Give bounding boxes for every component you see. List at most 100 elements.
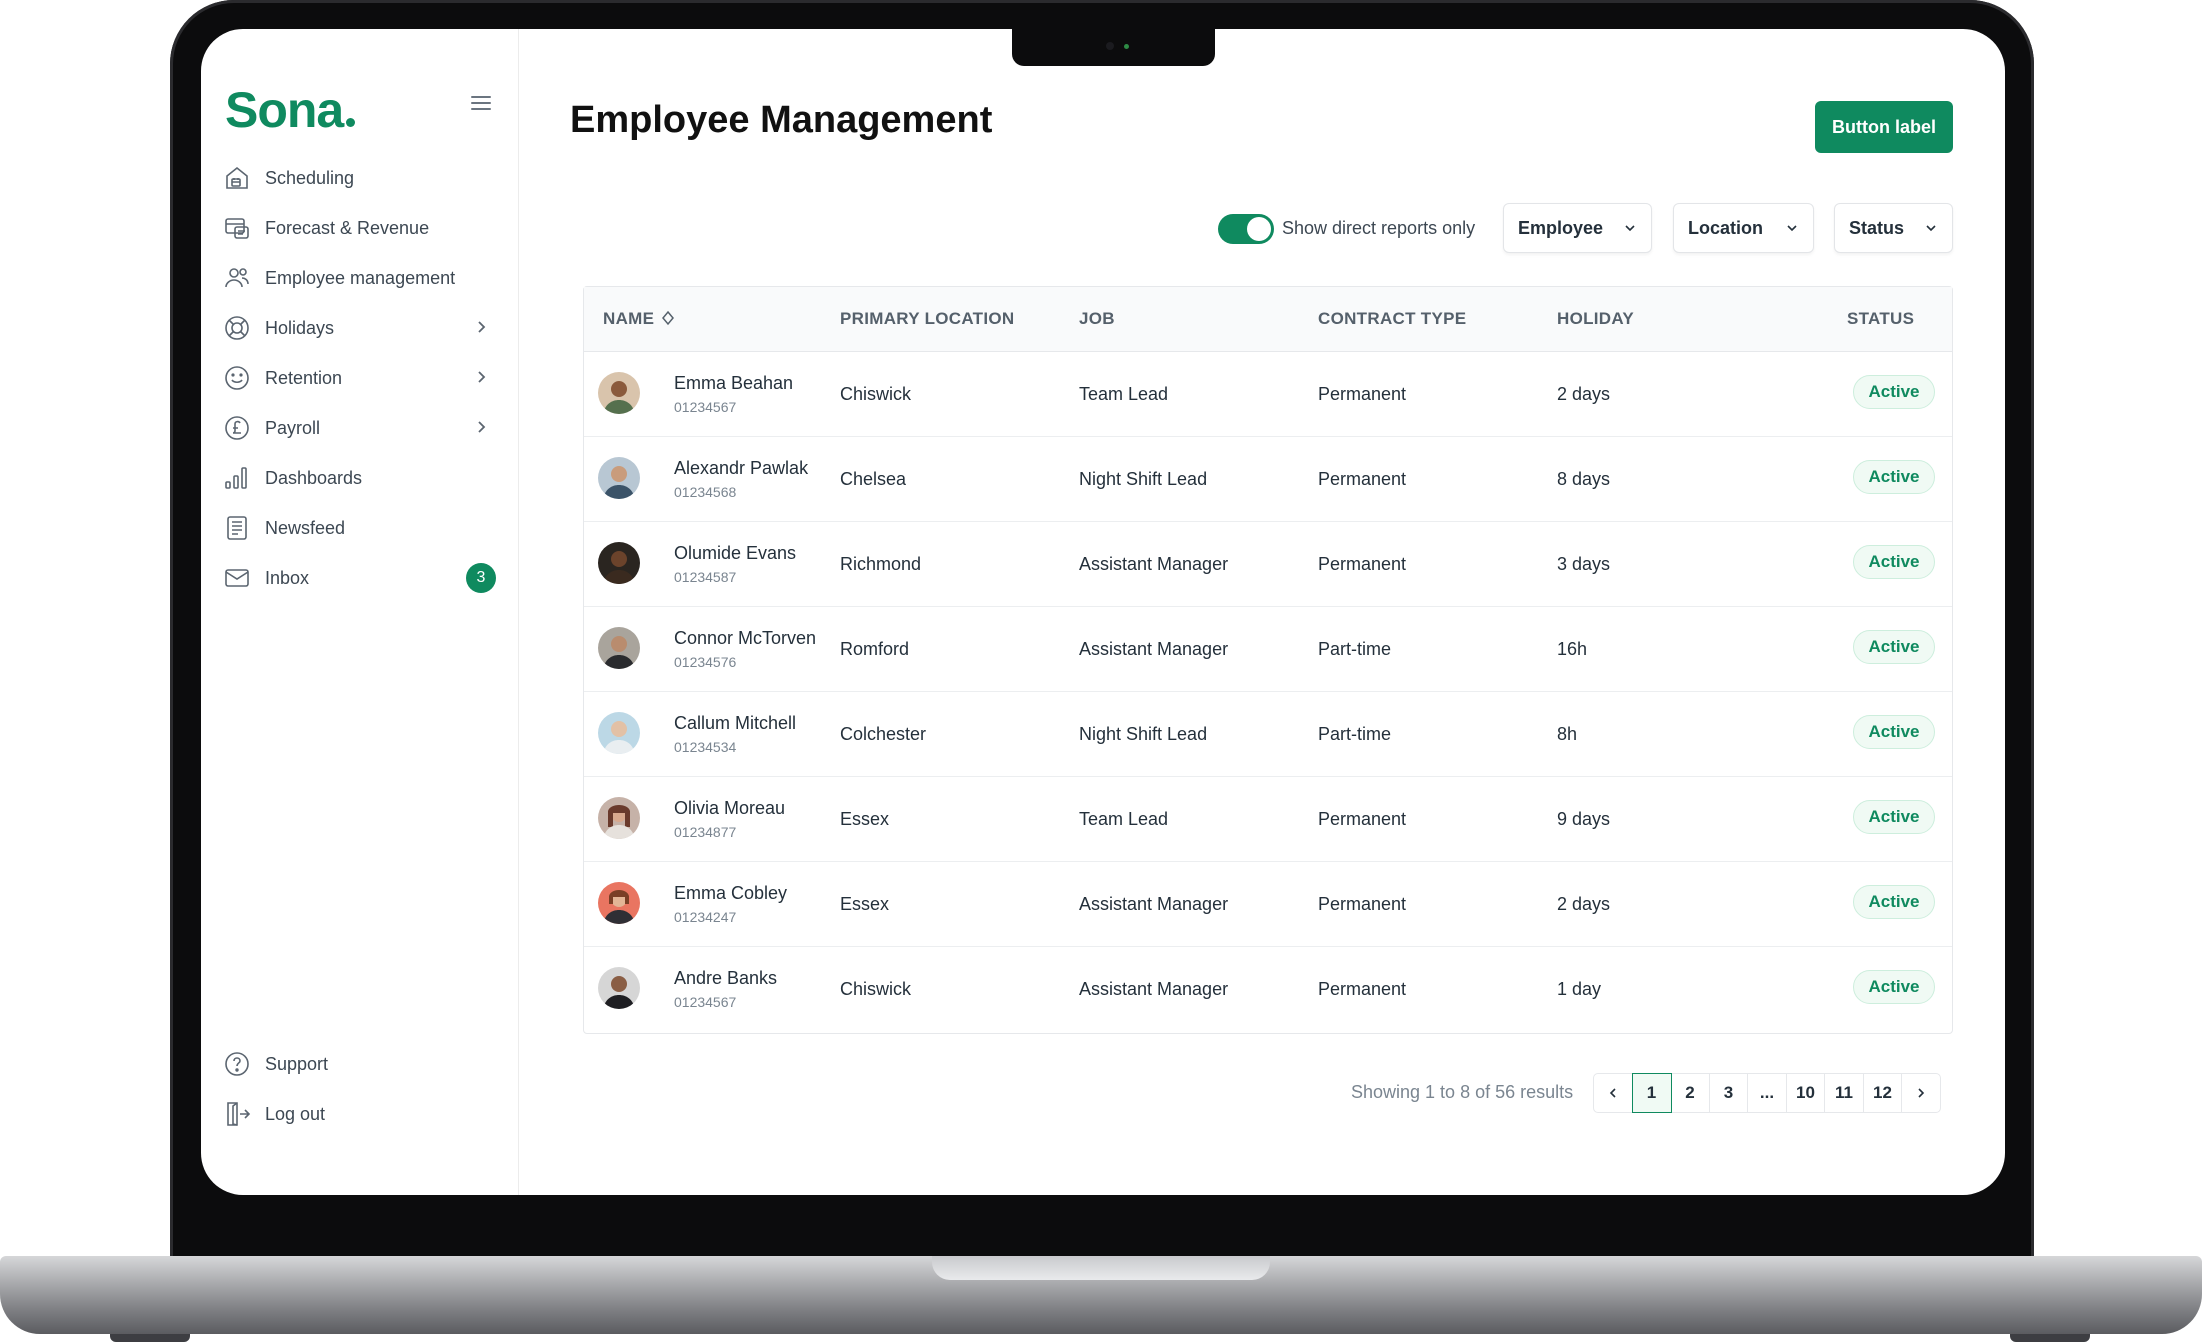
sidebar-item-payroll[interactable]: Payroll	[223, 403, 493, 453]
column-header-holiday: HOLIDAY	[1557, 309, 1635, 328]
sidebar-item-label: Scheduling	[265, 167, 355, 188]
laptop-foot	[2010, 1334, 2090, 1342]
avatar	[598, 797, 640, 839]
sidebar-item-support[interactable]: Support	[223, 1039, 493, 1089]
status-filter-dropdown[interactable]: Status	[1834, 203, 1953, 253]
job-cell: Team Lead	[1079, 809, 1169, 829]
inbox-count-badge: 3	[466, 563, 496, 593]
sidebar-item-inbox[interactable]: Inbox 3	[223, 553, 496, 603]
employee-name[interactable]: Olumide Evans	[674, 543, 796, 564]
employee-name[interactable]: Connor McTorven	[674, 628, 816, 649]
employee-name[interactable]: Andre Banks	[674, 968, 777, 989]
contract-type-cell: Permanent	[1318, 384, 1407, 404]
contract-type-cell: Permanent	[1318, 554, 1407, 574]
status-badge: Active	[1853, 800, 1935, 834]
table-row[interactable]: Emma Beahan 01234567 Chiswick Team Lead …	[584, 351, 1952, 437]
page-button[interactable]: 3	[1708, 1073, 1749, 1113]
job-cell: Night Shift Lead	[1079, 724, 1208, 744]
sidebar-bottom-nav: Support Log out	[223, 1039, 493, 1139]
employee-name[interactable]: Emma Cobley	[674, 883, 787, 904]
contract-type-cell: Part-time	[1318, 639, 1392, 659]
next-page-button[interactable]	[1901, 1073, 1941, 1113]
results-summary: Showing 1 to 8 of 56 results	[1351, 1082, 1574, 1102]
question-icon	[225, 1052, 249, 1076]
lifebuoy-icon	[225, 316, 249, 340]
table-row[interactable]: Emma Cobley 01234247 Essex Assistant Man…	[584, 861, 1952, 947]
primary-location-cell: Essex	[840, 809, 890, 829]
avatar	[598, 372, 640, 414]
primary-location-cell: Chiswick	[840, 979, 912, 999]
avatar	[598, 457, 640, 499]
table-row[interactable]: Callum Mitchell 01234534 Colchester Nigh…	[584, 691, 1952, 777]
primary-action-button[interactable]: Button label	[1815, 101, 1953, 153]
smile-icon	[225, 366, 249, 390]
table-row[interactable]: Olumide Evans 01234587 Richmond Assistan…	[584, 521, 1952, 607]
job-cell: Assistant Manager	[1079, 639, 1229, 659]
sidebar-item-label: Dashboards	[265, 467, 363, 488]
chevron-right-icon	[1918, 1088, 1925, 1098]
sidebar-item-retention[interactable]: Retention	[223, 353, 493, 403]
status-badge: Active	[1853, 545, 1935, 579]
logout-icon	[227, 1102, 251, 1126]
page-button[interactable]: 12	[1862, 1073, 1903, 1113]
page-button[interactable]: 10	[1785, 1073, 1826, 1113]
employee-name[interactable]: Callum Mitchell	[674, 713, 796, 734]
sidebar-item-dashboards[interactable]: Dashboards	[223, 453, 493, 503]
employee-id: 01234587	[674, 569, 737, 585]
page-button[interactable]: 1	[1631, 1073, 1672, 1113]
contract-type-cell: Permanent	[1318, 979, 1407, 999]
direct-reports-toggle[interactable]	[1218, 214, 1274, 244]
filter-bar: Show direct reports only Employee Locati…	[201, 203, 2005, 255]
primary-location-cell: Richmond	[840, 554, 922, 574]
employee-name[interactable]: Olivia Moreau	[674, 798, 785, 819]
job-cell: Assistant Manager	[1079, 894, 1229, 914]
employee-filter-dropdown[interactable]: Employee	[1503, 203, 1652, 253]
employee-id: 01234568	[674, 484, 737, 500]
bar-chart-icon	[225, 467, 247, 489]
employee-id: 01234877	[674, 824, 737, 840]
page-button[interactable]: 11	[1824, 1073, 1864, 1113]
sidebar-item-holidays[interactable]: Holidays	[223, 303, 493, 353]
table-row[interactable]: Alexandr Pawlak 01234568 Chelsea Night S…	[584, 436, 1952, 522]
sidebar-item-logout[interactable]: Log out	[223, 1089, 493, 1139]
sidebar-item-label: Support	[265, 1053, 329, 1074]
employee-name[interactable]: Emma Beahan	[674, 373, 793, 394]
table-row[interactable]: Olivia Moreau 01234877 Essex Team Lead P…	[584, 776, 1952, 862]
primary-location-cell: Colchester	[840, 724, 927, 744]
primary-location-cell: Chiswick	[840, 384, 912, 404]
logo-dot	[346, 118, 356, 127]
table-row[interactable]: Connor McTorven 01234576 Romford Assista…	[584, 606, 1952, 692]
primary-location-cell: Romford	[840, 639, 910, 659]
sidebar-item-newsfeed[interactable]: Newsfeed	[223, 503, 493, 553]
sidebar-item-employee-management[interactable]: Employee management	[223, 253, 493, 303]
location-filter-dropdown[interactable]: Location	[1673, 203, 1814, 253]
column-header-name[interactable]: NAME	[603, 309, 676, 329]
page-button[interactable]: 2	[1670, 1073, 1710, 1113]
holiday-cell: 2 days	[1557, 894, 1611, 914]
prev-page-button[interactable]	[1593, 1073, 1633, 1113]
contract-type-cell: Permanent	[1318, 469, 1407, 489]
sidebar-item-label: Payroll	[265, 417, 321, 438]
employee-id: 01234567	[674, 994, 737, 1010]
contract-type-cell: Permanent	[1318, 809, 1407, 829]
holiday-cell: 8h	[1557, 724, 1578, 744]
avatar	[598, 627, 640, 669]
page-title: Employee Management	[570, 99, 993, 141]
app-screen: Sona Scheduling Forecast & Revenue Emplo…	[201, 29, 2005, 1195]
sidebar-item-scheduling[interactable]: Scheduling	[223, 153, 493, 203]
table-row[interactable]: Andre Banks 01234567 Chiswick Assistant …	[584, 946, 1952, 1031]
hamburger-menu-icon[interactable]	[469, 93, 493, 113]
employee-id: 01234534	[674, 739, 737, 755]
employee-id: 01234567	[674, 399, 737, 415]
sidebar-item-label: Retention	[265, 367, 343, 388]
job-cell: Team Lead	[1079, 384, 1169, 404]
column-header-primary-location: PRIMARY LOCATION	[840, 309, 1015, 328]
column-header-label: NAME	[603, 309, 655, 328]
employee-name[interactable]: Alexandr Pawlak	[674, 458, 808, 479]
chevron-down-icon	[1787, 225, 1797, 232]
primary-location-cell: Chelsea	[840, 469, 907, 489]
holiday-cell: 1 day	[1557, 979, 1602, 999]
brand-logo[interactable]: Sona	[225, 81, 356, 139]
laptop-foot	[110, 1334, 190, 1342]
chevron-down-icon	[1926, 225, 1936, 232]
